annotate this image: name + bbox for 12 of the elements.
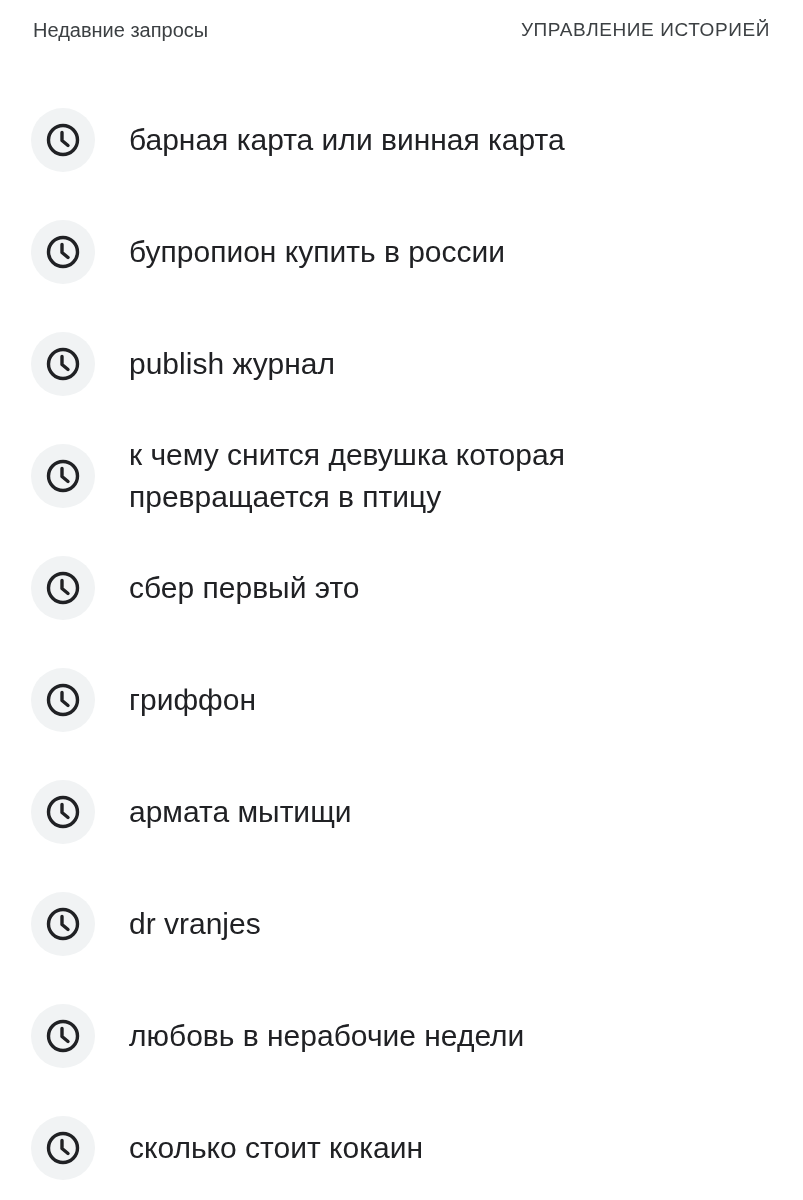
- recent-search-query[interactable]: бупропион купить в россии: [129, 231, 506, 273]
- section-title: Недавние запросы: [33, 18, 209, 43]
- recent-search-query[interactable]: сбер первый это: [129, 567, 360, 609]
- recent-search-query[interactable]: сколько стоит кокаин: [129, 1127, 423, 1169]
- recent-search-query[interactable]: барная карта или винная карта: [129, 119, 565, 161]
- recent-search-query[interactable]: любовь в нерабочие недели: [129, 1015, 525, 1057]
- recent-search-query[interactable]: dr vranjes: [129, 903, 261, 945]
- recent-search-query[interactable]: гриффон: [129, 679, 256, 721]
- manage-history-link[interactable]: УПРАВЛЕНИЕ ИСТОРИЕЙ: [520, 15, 770, 45]
- recent-search-query[interactable]: к чему снится девушка которая превращается в птицу: [129, 434, 689, 518]
- recent-search-query[interactable]: publish журнал: [129, 343, 335, 385]
- recent-search-query[interactable]: армата мытищи: [129, 791, 352, 833]
